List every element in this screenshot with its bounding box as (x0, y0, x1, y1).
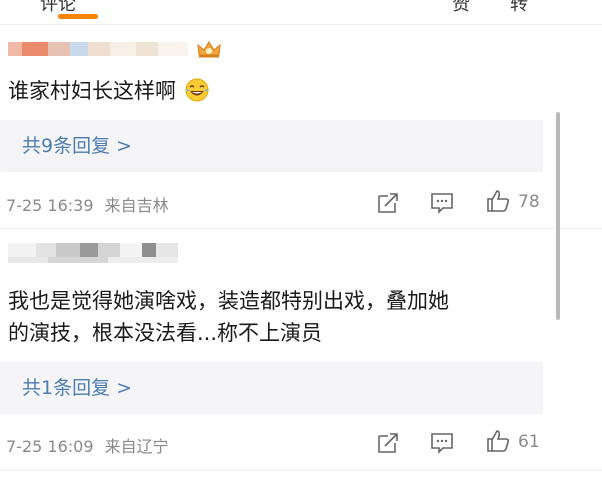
tab-likes[interactable]: 赞 (452, 0, 470, 16)
like-count: 61 (518, 432, 540, 452)
comment-time: 7-25 16:09 (6, 437, 94, 456)
view-replies-link[interactable]: 共1条回复 > (22, 374, 132, 402)
scrollbar[interactable] (556, 112, 560, 320)
like-count: 78 (518, 192, 540, 212)
username-blurred-lower (8, 257, 178, 263)
comment-divider (0, 228, 602, 229)
share-icon[interactable] (376, 191, 400, 215)
tab-reposts[interactable]: 转 (510, 0, 528, 16)
comment-text: 我也是觉得她演啥戏，装造都特别出戏，叠加她 的演技，根本没法看...称不上演员 (8, 286, 449, 348)
comment-text-content: 谁家村妇长这样啊 (8, 79, 176, 103)
thumbs-up-icon[interactable] (486, 429, 510, 453)
reply-summary-box[interactable]: 共9条回复 > (0, 120, 543, 172)
username-blurred[interactable] (8, 243, 178, 257)
comment-divider (0, 470, 602, 471)
comment-text: 谁家村妇长这样啊 (8, 76, 209, 106)
comment-meta: 7-25 16:09 来自辽宁 (6, 433, 169, 457)
comment-icon[interactable] (430, 431, 454, 455)
comment-meta: 7-25 16:39 来自吉林 (6, 192, 169, 216)
comment-location: 来自辽宁 (104, 437, 169, 456)
comment-feed: 评论 赞 转 谁家村妇长这样啊 共9条回复 > 7-25 16:39 来自吉林 … (0, 0, 602, 486)
comment-text-line: 的演技，根本没法看...称不上演员 (8, 321, 323, 345)
laughing-crying-emoji-icon (185, 78, 209, 102)
comment-time: 7-25 16:39 (6, 196, 94, 215)
comment-location: 来自吉林 (104, 196, 169, 215)
comment-icon[interactable] (430, 191, 454, 215)
crown-icon (197, 41, 221, 58)
comment-text-line: 我也是觉得她演啥戏，装造都特别出戏，叠加她 (8, 289, 449, 313)
active-tab-indicator (58, 14, 98, 19)
thumbs-up-icon[interactable] (486, 189, 510, 213)
reply-summary-box[interactable]: 共1条回复 > (0, 362, 543, 414)
view-replies-link[interactable]: 共9条回复 > (22, 132, 132, 160)
header-divider (0, 24, 602, 25)
tab-strip: 评论 赞 转 (0, 0, 602, 24)
share-icon[interactable] (376, 431, 400, 455)
username-blurred[interactable] (8, 42, 188, 56)
